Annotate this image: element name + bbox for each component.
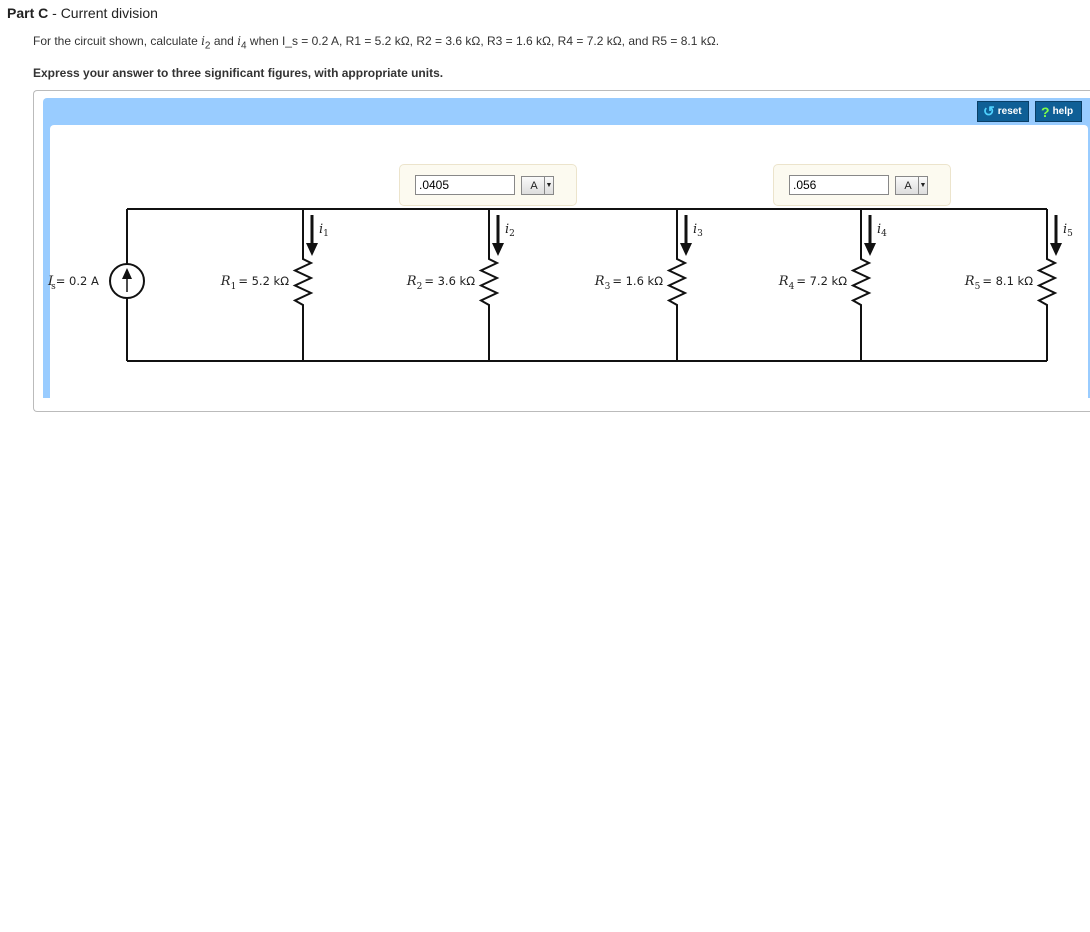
current-arrow-icon (680, 215, 692, 256)
current-arrow-icon (306, 215, 318, 256)
circuit-diagram: i1 R1 = 5.2 kΩ i2 R2 = 3.6 kΩ i3 R3 = 1.6 kΩ i4 R4… (47, 208, 1073, 362)
source-arrow-icon (122, 268, 132, 292)
resistor-label-r4: R4 = 7.2 kΩ (778, 274, 847, 292)
resistor-r2 (478, 209, 500, 361)
resistor-label-r1: R1 = 5.2 kΩ (220, 274, 289, 292)
current-arrow-icon (1050, 215, 1062, 256)
current-label-i3: i3 (693, 222, 703, 239)
current-label-i4: i4 (877, 222, 887, 239)
resistor-r3 (666, 209, 688, 361)
resistor-label-r2: R2 = 3.6 kΩ (406, 274, 475, 292)
resistor-r5 (1036, 209, 1058, 361)
branch-3: i3 R3 = 1.6 kΩ (594, 209, 703, 361)
current-arrow-icon (492, 215, 504, 256)
resistor-r1 (292, 209, 314, 361)
resistor-label-r3: R3 = 1.6 kΩ (594, 274, 663, 292)
current-arrow-icon (864, 215, 876, 256)
current-label-i5: i5 (1063, 222, 1073, 239)
branch-4: i4 R4 = 7.2 kΩ (778, 209, 887, 361)
source-label: Is= 0.2 A (47, 274, 99, 292)
current-label-i2: i2 (505, 222, 515, 239)
resistor-r4 (850, 209, 872, 361)
branch-5: i5 R5 = 8.1 kΩ (964, 209, 1073, 361)
resistor-label-r5: R5 = 8.1 kΩ (964, 274, 1033, 292)
branch-1: i1 R1 = 5.2 kΩ (220, 209, 329, 361)
current-label-i1: i1 (319, 222, 329, 239)
branch-2: i2 R2 = 3.6 kΩ (406, 209, 515, 361)
